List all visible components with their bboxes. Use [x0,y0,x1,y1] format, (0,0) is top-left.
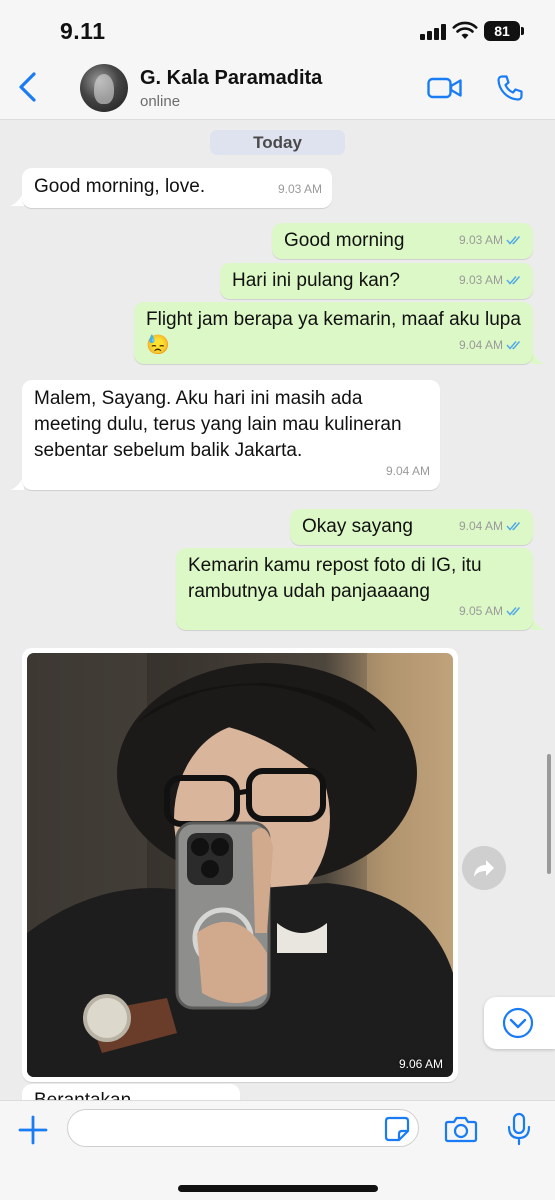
message-meta: 9.04 AM [459,332,523,358]
message-text: Berantakan [34,1090,131,1100]
message-time: 9.03 AM [277,182,322,196]
message-meta: 9.03 AM [459,227,523,253]
read-ticks-icon [506,276,521,285]
home-indicator [178,1185,378,1192]
video-camera-icon[interactable] [427,77,463,99]
microphone-icon[interactable] [506,1112,532,1146]
message-bubble-outgoing[interactable]: Hari ini pulang kan? 9.03 AM [220,263,533,299]
chat-header: G. Kala Paramadita online [0,58,555,120]
message-meta: 9.04 AM [386,458,430,484]
message-time: 9.04 AM [385,464,430,478]
status-bar: 9.11 81 [0,0,555,58]
bubble-tail [531,350,545,364]
message-bubble-incoming[interactable]: Good morning, love. 9.03 AM [22,168,332,208]
input-bar [0,1100,555,1200]
message-bubble-outgoing[interactable]: Okay sayang 9.04 AM [290,509,533,545]
wifi-icon [452,21,478,39]
message-time: 9.04 AM [458,519,503,533]
message-bubble-outgoing[interactable]: Good morning 9.03 AM [272,223,533,259]
camera-icon[interactable] [444,1115,478,1143]
back-chevron-icon[interactable] [14,70,42,104]
message-time: 9.05 AM [458,604,503,618]
message-time: 9.06 AM [398,1057,443,1071]
bubble-tail [531,616,545,630]
battery-indicator: 81 [484,21,524,41]
date-chip: Today [210,130,345,155]
message-meta: 9.04 AM [459,513,523,539]
contact-status: online [140,93,181,110]
read-ticks-icon [506,607,521,616]
message-time: 9.03 AM [458,233,503,247]
read-ticks-icon [506,341,521,350]
status-time: 9.11 [60,18,106,44]
message-input[interactable] [67,1109,419,1147]
scroll-to-bottom-button[interactable] [484,997,555,1049]
message-text: Malem, Sayang. Aku hari ini masih ada me… [34,388,407,461]
forward-share-icon[interactable] [462,846,506,890]
contact-name[interactable]: G. Kala Paramadita [140,67,322,90]
image-message[interactable]: 9.06 AM [22,648,458,1082]
mirror-selfie-photo[interactable]: 9.06 AM [27,653,453,1077]
phone-icon[interactable] [496,74,524,102]
read-ticks-icon [506,522,521,531]
message-meta: 9.03 AM [459,267,523,293]
battery-level: 81 [494,23,510,39]
scrollbar[interactable] [547,754,551,874]
message-bubble-incoming[interactable]: Berantakan [22,1084,240,1100]
message-bubble-outgoing[interactable]: Kemarin kamu repost foto di IG, itu ramb… [176,548,533,630]
message-bubble-outgoing[interactable]: Flight jam berapa ya kemarin, maaf aku l… [134,302,533,364]
message-time: 9.04 AM [458,338,503,352]
plus-icon[interactable] [18,1115,48,1145]
sticker-icon[interactable] [384,1116,410,1142]
avatar[interactable] [80,64,128,112]
read-ticks-icon [506,236,521,245]
chevron-down-icon [502,1007,534,1039]
cellular-signal-icon [420,24,446,40]
message-time: 9.03 AM [458,273,503,287]
chat-area[interactable]: Today Good morning, love. 9.03 AM Good m… [0,120,555,1100]
message-bubble-incoming[interactable]: Malem, Sayang. Aku hari ini masih ada me… [22,380,440,490]
photo-illustration [27,653,453,1077]
message-meta: 9.05 AM [459,598,523,624]
message-meta: 9.03 AM [278,176,322,202]
